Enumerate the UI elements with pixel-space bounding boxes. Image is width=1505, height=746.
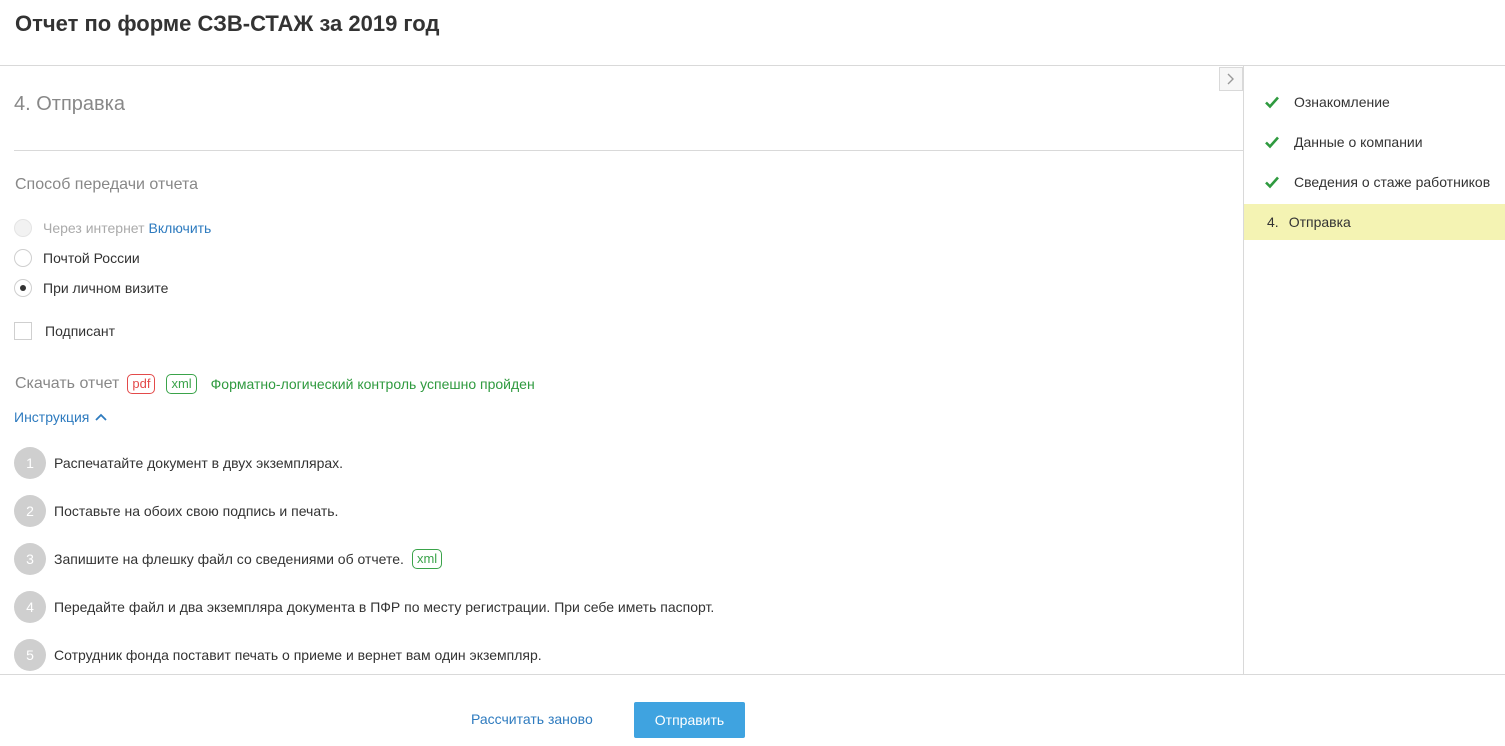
step-heading: 4. Отправка: [14, 93, 125, 115]
radio-post[interactable]: [14, 249, 32, 267]
chevron-right-icon[interactable]: [1227, 73, 1235, 85]
sidebar-item-send[interactable]: 4. Отправка: [1244, 204, 1505, 240]
instruction-step: 1 Распечатайте документ в двух экземпляр…: [14, 447, 343, 479]
recalculate-button[interactable]: Рассчитать заново: [471, 710, 593, 728]
sidebar-collapse-button[interactable]: [1219, 67, 1243, 91]
sidebar-item-label[interactable]: Отправка: [1289, 214, 1351, 230]
step-text: Сотрудник фонда поставит печать о приеме…: [54, 647, 542, 663]
wizard-steps-sidebar: Ознакомление Данные о компании Сведения …: [1243, 66, 1505, 674]
validation-status: Форматно-логический контроль успешно про…: [210, 376, 535, 392]
sidebar-item-experience[interactable]: Сведения о стаже работников: [1244, 164, 1505, 200]
step-text: Поставьте на обоих свою подпись и печать…: [54, 503, 339, 519]
sidebar-item-label[interactable]: Ознакомление: [1294, 94, 1390, 110]
main-content: 4. Отправка Способ передачи отчета Через…: [0, 66, 1243, 674]
radio-visit[interactable]: [14, 279, 32, 297]
signer-checkbox[interactable]: [14, 322, 32, 340]
instruction-step: 5 Сотрудник фонда поставит печать о прие…: [14, 639, 542, 671]
page-title: Отчет по форме СЗВ-СТАЖ за 2019 год: [15, 11, 440, 36]
checkmark-icon: [1265, 136, 1279, 149]
enable-internet-link[interactable]: Включить: [149, 220, 212, 236]
download-row: Скачать отчет pdf xml Форматно-логически…: [15, 373, 535, 395]
download-label: Скачать отчет: [15, 375, 120, 392]
step-xml-button[interactable]: xml: [411, 549, 443, 569]
instruction-toggle-label[interactable]: Инструкция: [14, 408, 89, 426]
signer-option[interactable]: Подписант: [14, 321, 115, 341]
radio-internet: [14, 219, 32, 237]
checkmark-icon: [1265, 96, 1279, 109]
checkmark-icon: [1265, 176, 1279, 189]
delivery-method-label: Способ передачи отчета: [15, 176, 199, 193]
radio-option-visit[interactable]: При личном визите: [14, 278, 168, 298]
step-number: 3: [14, 543, 46, 575]
sidebar-item-label[interactable]: Сведения о стаже работников: [1294, 174, 1490, 190]
download-xml-button[interactable]: xml: [166, 374, 197, 394]
instruction-step: 4 Передайте файл и два экземпляра докуме…: [14, 591, 714, 623]
radio-option-post[interactable]: Почтой России: [14, 248, 140, 268]
instruction-step: 2 Поставьте на обоих свою подпись и печа…: [14, 495, 338, 527]
step-text: Запишите на флешку файл со сведениями об…: [54, 551, 404, 567]
send-button[interactable]: Отправить: [634, 702, 745, 738]
instruction-toggle[interactable]: Инструкция: [14, 408, 108, 426]
step-text: Распечатайте документ в двух экземплярах…: [54, 455, 344, 471]
sidebar-item-label[interactable]: Данные о компании: [1294, 134, 1423, 150]
step-number: 5: [14, 639, 46, 671]
radio-post-label[interactable]: Почтой России: [43, 250, 140, 266]
radio-visit-label[interactable]: При личном визите: [43, 280, 168, 296]
sidebar-item-intro[interactable]: Ознакомление: [1244, 84, 1505, 120]
step-text: Передайте файл и два экземпляра документ…: [54, 599, 715, 615]
footer-divider: [0, 674, 1505, 675]
instruction-step: 3 Запишите на флешку файл со сведениями …: [14, 543, 443, 575]
radio-internet-label: Через интернет: [43, 220, 145, 236]
step-number: 4: [14, 591, 46, 623]
signer-label[interactable]: Подписант: [45, 323, 115, 339]
sidebar-item-company[interactable]: Данные о компании: [1244, 124, 1505, 160]
radio-option-internet: Через интернет Включить: [14, 218, 211, 238]
step-number: 1: [14, 447, 46, 479]
download-pdf-button[interactable]: pdf: [127, 374, 156, 394]
sidebar-item-number: 4.: [1267, 214, 1279, 230]
step-number: 2: [14, 495, 46, 527]
chevron-up-icon[interactable]: [95, 413, 108, 421]
step-divider: [14, 150, 1243, 151]
